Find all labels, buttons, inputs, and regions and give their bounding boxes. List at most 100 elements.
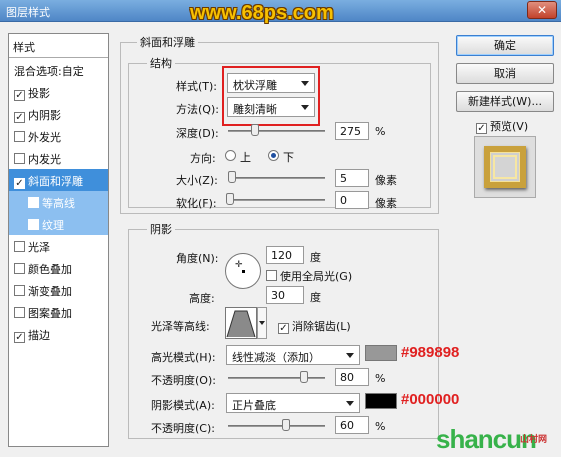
- soften-slider-track[interactable]: [228, 199, 325, 201]
- style-list-item[interactable]: ✓ 内阴影: [9, 103, 108, 125]
- style-list-checkbox[interactable]: [14, 131, 25, 142]
- style-list-checkbox[interactable]: ✓: [14, 112, 25, 123]
- new-style-button[interactable]: 新建样式(W)...: [456, 91, 554, 112]
- style-list-item[interactable]: 纹理: [9, 213, 108, 235]
- style-list-item-label: 混合选项:自定: [14, 65, 84, 78]
- highlight-mode-label: 高光模式(H):: [151, 351, 216, 364]
- style-list-item[interactable]: 内发光: [9, 147, 108, 169]
- size-slider-track[interactable]: [228, 177, 325, 179]
- shadow-color-annotation: #000000: [401, 391, 460, 408]
- style-list-item[interactable]: 渐变叠加: [9, 279, 108, 301]
- close-button[interactable]: ✕: [527, 1, 557, 19]
- anti-alias-check[interactable]: ✓: [278, 323, 289, 334]
- gloss-contour-preview[interactable]: [225, 307, 257, 339]
- angle-unit: 度: [310, 251, 321, 264]
- depth-slider-track[interactable]: [228, 130, 325, 132]
- soften-input[interactable]: 0: [335, 191, 369, 209]
- shadow-opacity-input[interactable]: 60: [335, 416, 369, 434]
- ok-button[interactable]: 确定: [456, 35, 554, 56]
- style-list-item[interactable]: ✓ 投影: [9, 81, 108, 103]
- style-list-checkbox[interactable]: ✓: [14, 332, 25, 343]
- highlight-opacity-thumb[interactable]: [300, 371, 309, 383]
- soften-label: 软化(F):: [176, 197, 217, 210]
- altitude-unit: 度: [310, 291, 321, 304]
- angle-center-dot: [242, 270, 245, 273]
- preview-label: 预览(V): [490, 120, 529, 133]
- style-list-item[interactable]: ✓ 描边: [9, 323, 108, 345]
- highlight-color-annotation: #989898: [401, 344, 460, 361]
- direction-up-label: 上: [240, 151, 251, 164]
- gloss-contour-dropdown[interactable]: [257, 307, 267, 339]
- anti-alias-checkbox[interactable]: ✓ 消除锯齿(L): [278, 318, 351, 334]
- shadow-opacity-track[interactable]: [228, 425, 325, 427]
- angle-input[interactable]: 120: [266, 246, 304, 264]
- style-list-item[interactable]: ✓ 斜面和浮雕: [9, 169, 108, 191]
- preview-checkbox[interactable]: ✓ 预览(V): [476, 118, 528, 134]
- style-list-checkbox[interactable]: ✓: [14, 178, 25, 189]
- highlight-opacity-track[interactable]: [228, 377, 325, 379]
- altitude-label: 高度:: [189, 292, 215, 305]
- style-list-checkbox[interactable]: [28, 197, 39, 208]
- style-list-item-label: 光泽: [28, 241, 50, 254]
- style-list-header[interactable]: 样式: [9, 34, 108, 58]
- size-input[interactable]: 5: [335, 169, 369, 187]
- highlight-mode-select[interactable]: 线性减淡（添加）: [226, 345, 360, 365]
- style-list-item-label: 纹理: [42, 219, 64, 232]
- style-select[interactable]: 枕状浮雕: [227, 73, 315, 93]
- shadow-color-swatch[interactable]: [365, 393, 397, 409]
- chevron-down-icon: [301, 105, 309, 110]
- style-list-item[interactable]: 混合选项:自定: [9, 59, 108, 81]
- style-list-checkbox[interactable]: [14, 263, 25, 274]
- cancel-button[interactable]: 取消: [456, 63, 554, 84]
- shading-title: 阴影: [147, 221, 175, 237]
- style-list-item-label: 渐变叠加: [28, 285, 72, 298]
- style-list-item[interactable]: 外发光: [9, 125, 108, 147]
- chevron-down-icon: [259, 321, 265, 325]
- style-list-checkbox[interactable]: [28, 219, 39, 230]
- style-label: 样式(T):: [176, 80, 218, 93]
- style-list-item[interactable]: 等高线: [9, 191, 108, 213]
- style-list-item[interactable]: 颜色叠加: [9, 257, 108, 279]
- shadow-mode-select[interactable]: 正片叠底: [226, 393, 360, 413]
- highlight-opacity-input[interactable]: 80: [335, 368, 369, 386]
- size-unit: 像素: [375, 174, 397, 187]
- style-list-checkbox[interactable]: ✓: [14, 90, 25, 101]
- global-light-check[interactable]: [266, 270, 277, 281]
- technique-select-value: 雕刻清晰: [233, 103, 277, 116]
- technique-select[interactable]: 雕刻清晰: [227, 97, 315, 117]
- style-list-item[interactable]: 图案叠加: [9, 301, 108, 323]
- direction-down-label: 下: [283, 151, 294, 164]
- bevel-group-title: 斜面和浮雕: [137, 34, 198, 50]
- highlight-opacity-label: 不透明度(O):: [151, 374, 216, 387]
- style-list-checkbox[interactable]: [14, 153, 25, 164]
- style-list-checkbox[interactable]: [14, 307, 25, 318]
- highlight-opacity-unit: %: [375, 372, 386, 385]
- style-list-item-label: 外发光: [28, 131, 61, 144]
- direction-up-radio[interactable]: [225, 150, 236, 161]
- style-list-item-label: 斜面和浮雕: [28, 175, 83, 188]
- depth-input[interactable]: 275: [335, 122, 369, 140]
- style-list-item[interactable]: 光泽: [9, 235, 108, 257]
- style-list-checkbox[interactable]: [14, 241, 25, 252]
- size-label: 大小(Z):: [176, 174, 218, 187]
- depth-unit: %: [375, 125, 386, 138]
- technique-label: 方法(Q):: [176, 103, 219, 116]
- shadow-mode-label: 阴影模式(A):: [151, 399, 215, 412]
- depth-slider-thumb[interactable]: [251, 124, 260, 136]
- direction-down-radio[interactable]: [268, 150, 279, 161]
- highlight-color-swatch[interactable]: [365, 345, 397, 361]
- size-slider-thumb[interactable]: [227, 171, 236, 183]
- altitude-input[interactable]: 30: [266, 286, 304, 304]
- soften-unit: 像素: [375, 197, 397, 210]
- depth-label: 深度(D):: [176, 127, 219, 140]
- shadow-opacity-thumb[interactable]: [281, 419, 290, 431]
- soften-slider-thumb[interactable]: [226, 193, 234, 205]
- chevron-down-icon: [301, 81, 309, 86]
- window-title: 图层样式: [6, 6, 50, 19]
- angle-dial[interactable]: ✛: [225, 253, 261, 289]
- style-list: 样式 混合选项:自定 ✓ 投影 ✓ 内阴影 外发光 内发光 ✓ 斜面和浮雕 等高线 纹理 光泽 颜色叠加…: [8, 33, 109, 447]
- style-list-checkbox[interactable]: [14, 285, 25, 296]
- preview-check[interactable]: ✓: [476, 123, 487, 134]
- style-list-item-label: 内发光: [28, 153, 61, 166]
- global-light-checkbox[interactable]: 使用全局光(G): [266, 268, 352, 284]
